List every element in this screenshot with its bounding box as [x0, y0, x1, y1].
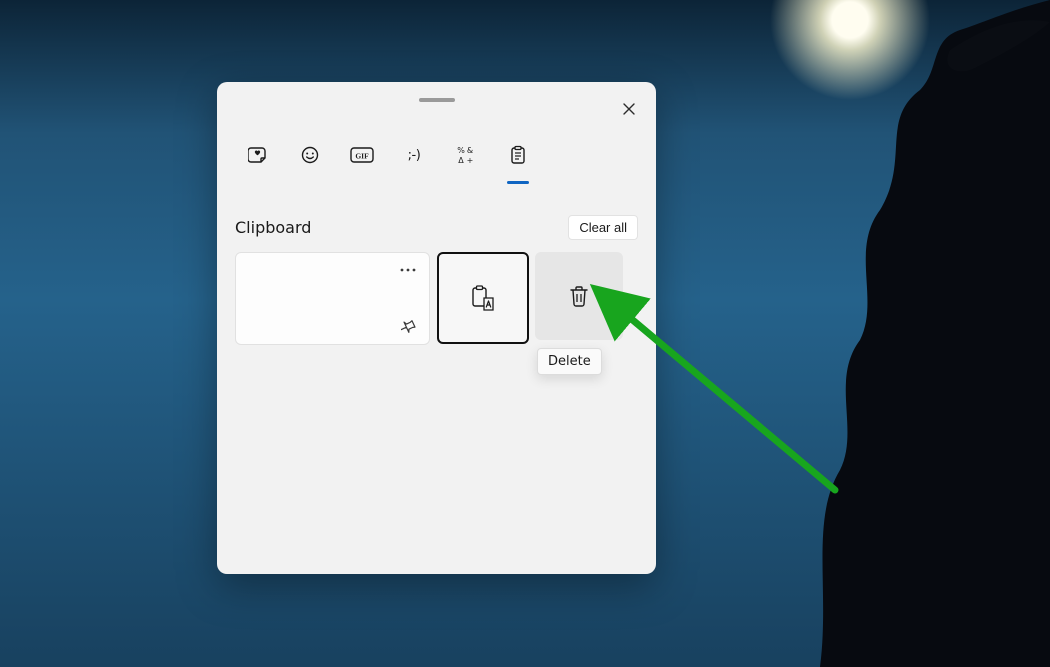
kaomoji-icon: ;-) — [408, 144, 421, 166]
svg-text:Δ: Δ — [458, 156, 464, 165]
item-more-button[interactable] — [397, 259, 419, 281]
symbols-icon: % & Δ + — [456, 144, 476, 166]
more-icon — [400, 268, 416, 272]
clipboard-items-area: Delete — [235, 252, 638, 558]
tab-clipboard[interactable] — [503, 144, 533, 180]
delete-button[interactable] — [535, 252, 623, 340]
tab-gif[interactable]: GIF — [347, 144, 377, 180]
svg-text:%: % — [457, 146, 465, 155]
svg-text:GIF: GIF — [355, 152, 369, 161]
drag-handle[interactable] — [419, 98, 455, 102]
pin-icon — [401, 318, 417, 334]
smiley-icon — [300, 144, 320, 166]
paste-as-text-button[interactable] — [437, 252, 529, 344]
paste-as-text-icon — [470, 284, 496, 312]
svg-text:&: & — [467, 146, 473, 155]
svg-text:+: + — [467, 156, 474, 165]
gif-icon: GIF — [350, 144, 374, 166]
desktop-background: GIF ;-) % & Δ + — [0, 0, 1050, 667]
delete-tooltip: Delete — [537, 348, 602, 375]
emoji-clipboard-panel: GIF ;-) % & Δ + — [217, 82, 656, 574]
close-button[interactable] — [614, 94, 644, 124]
trash-icon — [568, 284, 590, 308]
section-title: Clipboard — [235, 218, 311, 237]
tab-recent[interactable] — [243, 144, 273, 180]
tab-strip: GIF ;-) % & Δ + — [243, 140, 630, 184]
clear-all-button[interactable]: Clear all — [568, 215, 638, 240]
close-icon — [622, 102, 636, 116]
clipboard-item[interactable] — [235, 252, 430, 345]
tab-symbols[interactable]: % & Δ + — [451, 144, 481, 180]
sticker-heart-icon — [248, 144, 268, 166]
tab-kaomoji[interactable]: ;-) — [399, 144, 429, 180]
tab-emoji[interactable] — [295, 144, 325, 180]
clipboard-icon — [509, 144, 527, 166]
item-pin-button[interactable] — [397, 314, 421, 338]
section-header: Clipboard Clear all — [235, 210, 638, 244]
